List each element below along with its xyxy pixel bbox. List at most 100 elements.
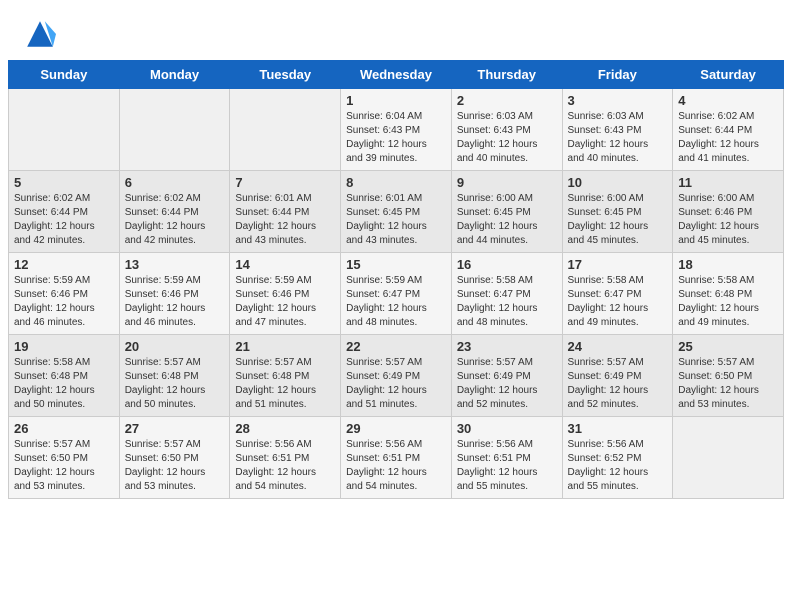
calendar-cell: 24 Sunrise: 5:57 AM Sunset: 6:49 PM Dayli… (562, 335, 673, 417)
calendar-cell: 10 Sunrise: 6:00 AM Sunset: 6:45 PM Dayli… (562, 171, 673, 253)
day-info: Sunrise: 5:57 AM Sunset: 6:48 PM Dayligh… (125, 356, 225, 412)
day-number: 24 (568, 339, 668, 354)
calendar-cell: 28 Sunrise: 5:56 AM Sunset: 6:51 PM Dayli… (230, 417, 341, 499)
day-number: 28 (235, 421, 335, 436)
calendar-cell: 23Sunrise: 5:57 AM Sunset: 6:49 PM Dayli… (451, 335, 562, 417)
calendar-cell: 1 Sunrise: 6:04 AM Sunset: 6:43 PM Daylig… (341, 89, 452, 171)
day-info: Sunrise: 5:57 AM Sunset: 6:48 PM Dayligh… (235, 356, 335, 412)
day-number: 22 (346, 339, 446, 354)
calendar-cell: 20Sunrise: 5:57 AM Sunset: 6:48 PM Dayli… (119, 335, 230, 417)
day-header-wednesday: Wednesday (341, 61, 452, 89)
day-info: Sunrise: 6:00 AM Sunset: 6:45 PM Dayligh… (457, 192, 557, 248)
day-number: 19 (14, 339, 114, 354)
calendar-cell: 30Sunrise: 5:56 AM Sunset: 6:51 PM Dayli… (451, 417, 562, 499)
day-number: 13 (125, 257, 225, 272)
calendar-cell (673, 417, 784, 499)
calendar-cell: 13 Sunrise: 5:59 AM Sunset: 6:46 PM Dayli… (119, 253, 230, 335)
day-number: 8 (346, 175, 446, 190)
day-info: Sunrise: 5:57 AM Sunset: 6:50 PM Dayligh… (678, 356, 778, 412)
day-info: Sunrise: 5:58 AM Sunset: 6:48 PM Dayligh… (14, 356, 114, 412)
calendar-cell: 17 Sunrise: 5:58 AM Sunset: 6:47 PM Dayli… (562, 253, 673, 335)
day-number: 2 (457, 93, 557, 108)
calendar-cell: 21 Sunrise: 5:57 AM Sunset: 6:48 PM Dayli… (230, 335, 341, 417)
day-number: 6 (125, 175, 225, 190)
calendar-cell: 26 Sunrise: 5:57 AM Sunset: 6:50 PM Dayli… (9, 417, 120, 499)
day-number: 30 (457, 421, 557, 436)
calendar-cell: 29 Sunrise: 5:56 AM Sunset: 6:51 PM Dayli… (341, 417, 452, 499)
calendar-cell: 3 Sunrise: 6:03 AM Sunset: 6:43 PM Daylig… (562, 89, 673, 171)
day-number: 11 (678, 175, 778, 190)
day-number: 1 (346, 93, 446, 108)
day-number: 12 (14, 257, 114, 272)
day-info: Sunrise: 5:57 AM Sunset: 6:49 PM Dayligh… (346, 356, 446, 412)
day-info: Sunrise: 6:01 AM Sunset: 6:45 PM Dayligh… (346, 192, 446, 248)
day-number: 31 (568, 421, 668, 436)
day-number: 7 (235, 175, 335, 190)
calendar-cell (119, 89, 230, 171)
day-info: Sunrise: 5:58 AM Sunset: 6:47 PM Dayligh… (568, 274, 668, 330)
calendar-cell: 4 Sunrise: 6:02 AM Sunset: 6:44 PM Daylig… (673, 89, 784, 171)
calendar-cell: 6 Sunrise: 6:02 AM Sunset: 6:44 PM Daylig… (119, 171, 230, 253)
day-number: 4 (678, 93, 778, 108)
day-info: Sunrise: 6:02 AM Sunset: 6:44 PM Dayligh… (125, 192, 225, 248)
day-info: Sunrise: 5:59 AM Sunset: 6:46 PM Dayligh… (14, 274, 114, 330)
calendar-cell: 9 Sunrise: 6:00 AM Sunset: 6:45 PM Daylig… (451, 171, 562, 253)
day-info: Sunrise: 6:04 AM Sunset: 6:43 PM Dayligh… (346, 110, 446, 166)
day-number: 9 (457, 175, 557, 190)
day-info: Sunrise: 6:02 AM Sunset: 6:44 PM Dayligh… (14, 192, 114, 248)
day-header-tuesday: Tuesday (230, 61, 341, 89)
calendar-cell: 14 Sunrise: 5:59 AM Sunset: 6:46 PM Dayli… (230, 253, 341, 335)
day-info: Sunrise: 6:00 AM Sunset: 6:46 PM Dayligh… (678, 192, 778, 248)
day-info: Sunrise: 5:58 AM Sunset: 6:48 PM Dayligh… (678, 274, 778, 330)
day-info: Sunrise: 6:02 AM Sunset: 6:44 PM Dayligh… (678, 110, 778, 166)
calendar-cell: 2 Sunrise: 6:03 AM Sunset: 6:43 PM Daylig… (451, 89, 562, 171)
day-info: Sunrise: 5:56 AM Sunset: 6:52 PM Dayligh… (568, 438, 668, 494)
week-row-4: 19 Sunrise: 5:58 AM Sunset: 6:48 PM Dayli… (9, 335, 784, 417)
day-info: Sunrise: 5:56 AM Sunset: 6:51 PM Dayligh… (346, 438, 446, 494)
calendar-cell: 18Sunrise: 5:58 AM Sunset: 6:48 PM Dayli… (673, 253, 784, 335)
calendar-cell: 31 Sunrise: 5:56 AM Sunset: 6:52 PM Dayli… (562, 417, 673, 499)
day-header-friday: Friday (562, 61, 673, 89)
week-row-1: 1 Sunrise: 6:04 AM Sunset: 6:43 PM Daylig… (9, 89, 784, 171)
calendar-cell: 19 Sunrise: 5:58 AM Sunset: 6:48 PM Dayli… (9, 335, 120, 417)
calendar-body: 1 Sunrise: 6:04 AM Sunset: 6:43 PM Daylig… (9, 89, 784, 499)
week-row-2: 5 Sunrise: 6:02 AM Sunset: 6:44 PM Daylig… (9, 171, 784, 253)
day-header-thursday: Thursday (451, 61, 562, 89)
calendar-cell: 16Sunrise: 5:58 AM Sunset: 6:47 PM Dayli… (451, 253, 562, 335)
day-info: Sunrise: 5:57 AM Sunset: 6:50 PM Dayligh… (125, 438, 225, 494)
day-info: Sunrise: 6:01 AM Sunset: 6:44 PM Dayligh… (235, 192, 335, 248)
day-number: 25 (678, 339, 778, 354)
week-row-5: 26 Sunrise: 5:57 AM Sunset: 6:50 PM Dayli… (9, 417, 784, 499)
calendar-cell: 27Sunrise: 5:57 AM Sunset: 6:50 PM Dayli… (119, 417, 230, 499)
calendar-cell: 12 Sunrise: 5:59 AM Sunset: 6:46 PM Dayli… (9, 253, 120, 335)
day-info: Sunrise: 6:00 AM Sunset: 6:45 PM Dayligh… (568, 192, 668, 248)
days-of-week-row: SundayMondayTuesdayWednesdayThursdayFrid… (9, 61, 784, 89)
logo (24, 18, 60, 50)
calendar-cell (9, 89, 120, 171)
day-header-sunday: Sunday (9, 61, 120, 89)
day-number: 14 (235, 257, 335, 272)
day-info: Sunrise: 6:03 AM Sunset: 6:43 PM Dayligh… (457, 110, 557, 166)
calendar-cell: 5 Sunrise: 6:02 AM Sunset: 6:44 PM Daylig… (9, 171, 120, 253)
calendar-cell: 7 Sunrise: 6:01 AM Sunset: 6:44 PM Daylig… (230, 171, 341, 253)
day-number: 23 (457, 339, 557, 354)
day-info: Sunrise: 6:03 AM Sunset: 6:43 PM Dayligh… (568, 110, 668, 166)
day-header-monday: Monday (119, 61, 230, 89)
calendar-cell: 25 Sunrise: 5:57 AM Sunset: 6:50 PM Dayli… (673, 335, 784, 417)
day-number: 3 (568, 93, 668, 108)
day-number: 21 (235, 339, 335, 354)
day-number: 26 (14, 421, 114, 436)
day-info: Sunrise: 5:59 AM Sunset: 6:46 PM Dayligh… (125, 274, 225, 330)
day-number: 29 (346, 421, 446, 436)
calendar-cell: 11 Sunrise: 6:00 AM Sunset: 6:46 PM Dayli… (673, 171, 784, 253)
day-number: 5 (14, 175, 114, 190)
day-info: Sunrise: 5:59 AM Sunset: 6:46 PM Dayligh… (235, 274, 335, 330)
day-number: 16 (457, 257, 557, 272)
day-info: Sunrise: 5:57 AM Sunset: 6:49 PM Dayligh… (568, 356, 668, 412)
day-info: Sunrise: 5:57 AM Sunset: 6:50 PM Dayligh… (14, 438, 114, 494)
day-info: Sunrise: 5:56 AM Sunset: 6:51 PM Dayligh… (235, 438, 335, 494)
calendar-cell: 22 Sunrise: 5:57 AM Sunset: 6:49 PM Dayli… (341, 335, 452, 417)
day-number: 17 (568, 257, 668, 272)
week-row-3: 12 Sunrise: 5:59 AM Sunset: 6:46 PM Dayli… (9, 253, 784, 335)
day-number: 10 (568, 175, 668, 190)
